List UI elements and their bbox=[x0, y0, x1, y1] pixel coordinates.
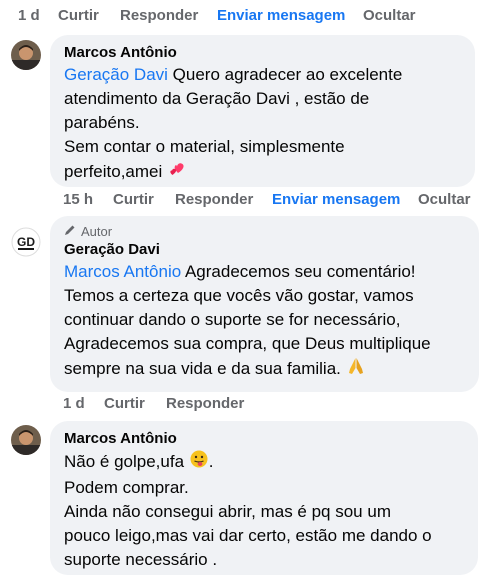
comment-bubble: Marcos Antônio Geração Davi Quero agrade… bbox=[50, 35, 475, 187]
reply-button[interactable]: Responder bbox=[166, 395, 244, 412]
comment-actions: 15 h Curtir Responder Enviar mensagem Oc… bbox=[63, 191, 471, 208]
comment-timestamp[interactable]: 1 d bbox=[18, 7, 58, 24]
comment-text: Não é golpe,ufa . Podem comprar. Ainda n… bbox=[64, 449, 464, 572]
comment-text-line: Agradecemos seu comentário! bbox=[181, 262, 416, 281]
avatar[interactable] bbox=[11, 425, 41, 455]
comment-text-line: Podem comprar. bbox=[64, 478, 189, 497]
page-avatar-logo[interactable]: GD bbox=[11, 227, 41, 257]
pencil-icon bbox=[64, 224, 76, 239]
comment-bubble: Autor Geração Davi Marcos Antônio Agrade… bbox=[50, 216, 479, 392]
send-message-button[interactable]: Enviar mensagem bbox=[217, 7, 363, 24]
reply-button[interactable]: Responder bbox=[175, 191, 272, 208]
mention-link[interactable]: Marcos Antônio bbox=[64, 262, 181, 281]
comment-text-line: Quero agradecer ao excelente bbox=[167, 65, 403, 84]
comment-text: Marcos Antônio Agradecemos seu comentári… bbox=[64, 260, 465, 383]
comment-timestamp[interactable]: 15 h bbox=[63, 191, 113, 208]
hide-button[interactable]: Ocultar bbox=[418, 191, 471, 208]
two-hearts-icon bbox=[167, 159, 187, 186]
comment-timestamp[interactable]: 1 d bbox=[63, 395, 104, 412]
comment-author-name[interactable]: Marcos Antônio bbox=[64, 429, 464, 449]
author-badge-label: Autor bbox=[81, 224, 113, 239]
comment-actions: 1 d Curtir Responder bbox=[63, 395, 244, 412]
author-badge: Autor bbox=[64, 224, 465, 239]
comment-text-line: atendimento da Geração Davi , estão de bbox=[64, 89, 370, 108]
comment-actions-top: 1 d Curtir Responder Enviar mensagem Ocu… bbox=[18, 7, 416, 24]
comment-author-name[interactable]: Geração Davi bbox=[64, 240, 465, 260]
hide-button[interactable]: Ocultar bbox=[363, 7, 416, 24]
tongue-out-face-icon bbox=[189, 449, 209, 476]
comment-text-line: Temos a certeza que vocês vão gostar, va… bbox=[64, 286, 414, 305]
comment-text-line: . bbox=[208, 451, 214, 471]
comment-text: Geração Davi Quero agradecer ao excelent… bbox=[64, 63, 461, 186]
comment-text-line: suporte necessário . bbox=[64, 550, 218, 569]
comment-bubble: Marcos Antônio Não é golpe,ufa . Podem c… bbox=[50, 421, 478, 575]
praying-hands-icon bbox=[346, 356, 366, 383]
comment-text-line: Agradecemos sua compra, que Deus multipl… bbox=[64, 334, 431, 353]
comment-author-name[interactable]: Marcos Antônio bbox=[64, 43, 461, 63]
like-button[interactable]: Curtir bbox=[113, 191, 175, 208]
comment-text-line: pouco leigo,mas vai dar certo, estão me … bbox=[64, 526, 432, 545]
comment-text-line: perfeito,amei bbox=[64, 161, 163, 181]
reply-button[interactable]: Responder bbox=[120, 7, 217, 24]
logo-lettering: GD bbox=[17, 235, 35, 249]
avatar[interactable] bbox=[11, 40, 41, 70]
like-button[interactable]: Curtir bbox=[58, 7, 120, 24]
comment-text-line: Não é golpe,ufa bbox=[64, 451, 185, 471]
comment-text-line: sempre na sua vida e da sua familia. bbox=[64, 358, 341, 378]
comment-text-line: Ainda não consegui abrir, mas é pq sou u… bbox=[64, 502, 391, 521]
mention-link[interactable]: Geração Davi bbox=[64, 65, 168, 84]
comment-text-line: continuar dando o suporte se for necessá… bbox=[64, 310, 401, 329]
like-button[interactable]: Curtir bbox=[104, 395, 166, 412]
send-message-button[interactable]: Enviar mensagem bbox=[272, 191, 418, 208]
comment-text-line: parabéns. bbox=[64, 113, 140, 132]
comment-text-line: Sem contar o material, simplesmente bbox=[64, 137, 345, 156]
